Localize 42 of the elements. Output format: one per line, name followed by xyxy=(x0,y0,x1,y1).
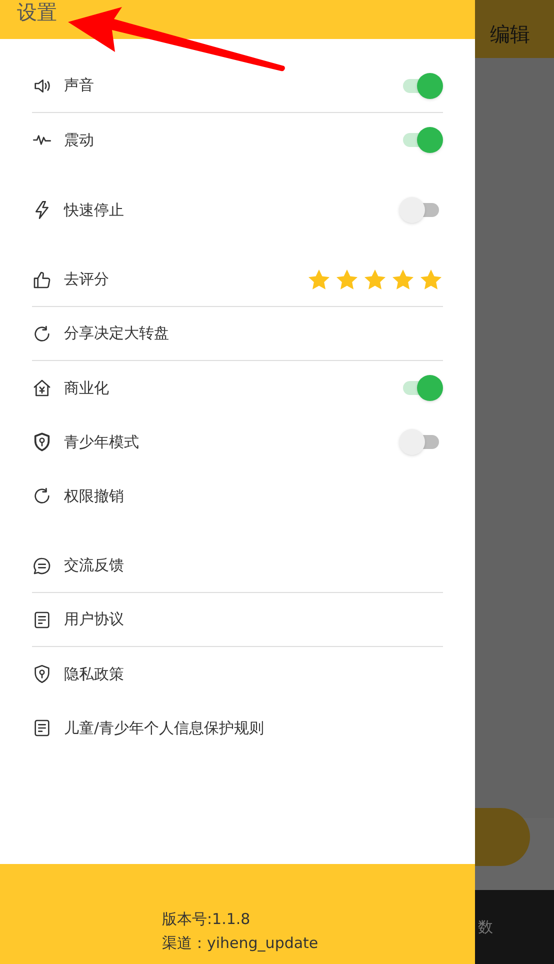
star-rating[interactable] xyxy=(307,268,443,292)
row-label: 声音 xyxy=(64,75,95,96)
row-label: 权限撤销 xyxy=(64,486,125,507)
row-label: 震动 xyxy=(64,130,95,151)
settings-row[interactable]: 用户协议 xyxy=(32,593,443,647)
settings-row[interactable]: 快速停止 xyxy=(32,183,443,237)
star-icon[interactable] xyxy=(307,268,331,292)
tab-label[interactable]: 数 xyxy=(478,916,493,938)
document-icon xyxy=(32,610,52,630)
drawer-title: 设置 xyxy=(17,2,57,22)
row-label: 儿童/青少年个人信息保护规则 xyxy=(64,718,266,739)
shield-pin-icon xyxy=(32,432,52,452)
settings-row[interactable]: 商业化 xyxy=(32,361,443,415)
settings-row[interactable]: 交流反馈 xyxy=(32,539,443,593)
settings-row[interactable]: 青少年模式 xyxy=(32,415,443,469)
document-icon xyxy=(32,718,52,738)
row-label: 隐私政策 xyxy=(64,664,125,685)
circular-arrow-icon xyxy=(32,486,52,506)
row-label: 快速停止 xyxy=(64,200,125,221)
star-icon[interactable] xyxy=(391,268,415,292)
shield-pin-icon xyxy=(32,664,52,684)
row-label: 交流反馈 xyxy=(64,555,125,576)
settings-row[interactable]: 去评分 xyxy=(32,253,443,307)
channel-text: 渠道：yiheng_update xyxy=(162,933,320,954)
row-label: 商业化 xyxy=(64,378,110,399)
thumbs-up-icon xyxy=(32,270,52,290)
star-icon[interactable] xyxy=(363,268,387,292)
circular-arrow-icon xyxy=(32,324,52,344)
chat-bubble-icon xyxy=(32,556,52,576)
row-label: 分享决定大转盘 xyxy=(64,323,170,344)
settings-row[interactable]: 震动 xyxy=(32,113,443,167)
row-label: 青少年模式 xyxy=(64,432,140,453)
row-label: 去评分 xyxy=(64,269,110,290)
house-yen-icon xyxy=(32,378,52,398)
settings-row[interactable]: 隐私政策 xyxy=(32,647,443,701)
settings-row[interactable]: 权限撤销 xyxy=(32,469,443,523)
star-icon[interactable] xyxy=(335,268,359,292)
version-text: 版本号:1.1.8 xyxy=(162,909,252,930)
settings-row[interactable]: 儿童/青少年个人信息保护规则 xyxy=(32,701,443,755)
settings-row[interactable]: 分享决定大转盘 xyxy=(32,307,443,361)
row-label: 用户协议 xyxy=(64,609,125,630)
star-icon[interactable] xyxy=(419,268,443,292)
